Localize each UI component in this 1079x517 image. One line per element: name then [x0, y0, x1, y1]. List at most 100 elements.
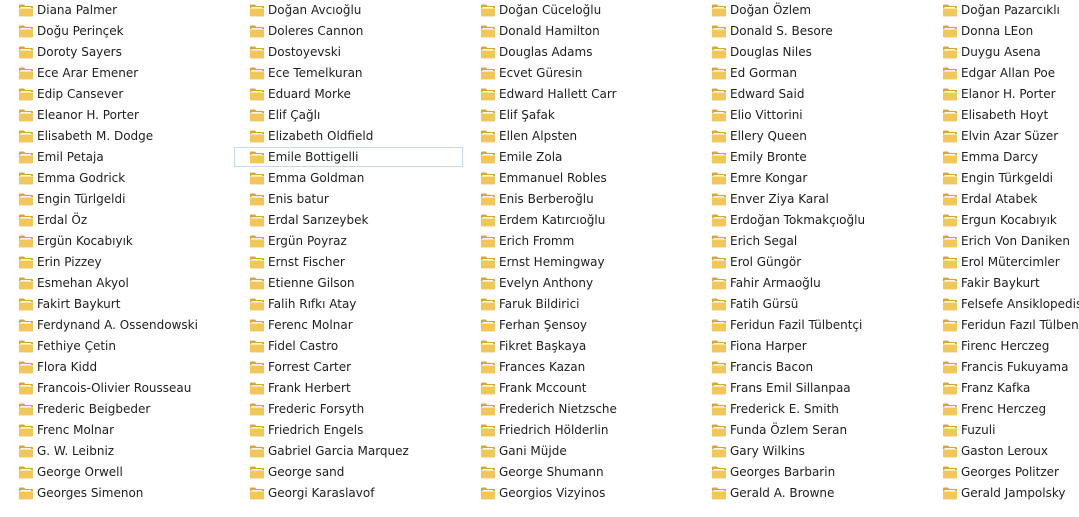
folder-item[interactable]: Funda Özlem Seran: [696, 420, 925, 440]
folder-item[interactable]: Friedrich Hölderlin: [465, 420, 694, 440]
folder-item[interactable]: Ferdynand A. Ossendowski: [3, 315, 232, 335]
folder-item[interactable]: Frederick E. Smith: [696, 399, 925, 419]
folder-item[interactable]: Enver Ziya Karal: [696, 189, 925, 209]
folder-item[interactable]: Erin Pizzey: [3, 252, 232, 272]
folder-item[interactable]: Doleres Cannon: [234, 21, 463, 41]
folder-item[interactable]: Emil Petaja: [3, 147, 232, 167]
folder-item[interactable]: Franz Kafka: [927, 378, 1079, 398]
folder-item[interactable]: Frederich Nietzsche: [465, 399, 694, 419]
folder-item[interactable]: Elizabeth Oldfield: [234, 126, 463, 146]
folder-item[interactable]: Doğan Özlem: [696, 0, 925, 20]
folder-item[interactable]: Emre Kongar: [696, 168, 925, 188]
folder-item[interactable]: Donald S. Besore: [696, 21, 925, 41]
folder-item[interactable]: Engin Türlgeldi: [3, 189, 232, 209]
folder-item[interactable]: Ferhan Şensoy: [465, 315, 694, 335]
folder-item[interactable]: Frans Emil Sillanpaa: [696, 378, 925, 398]
folder-item[interactable]: Erich Fromm: [465, 231, 694, 251]
folder-item[interactable]: Emile Bottigelli: [234, 147, 463, 167]
folder-item[interactable]: Elif Çağlı: [234, 105, 463, 125]
folder-item[interactable]: Emile Zola: [465, 147, 694, 167]
folder-item[interactable]: Fiona Harper: [696, 336, 925, 356]
folder-item[interactable]: Donald Hamilton: [465, 21, 694, 41]
folder-item[interactable]: Erich Segal: [696, 231, 925, 251]
folder-item[interactable]: Ecvet Güresin: [465, 63, 694, 83]
folder-item[interactable]: George sand: [234, 462, 463, 482]
folder-item[interactable]: Elisabeth M. Dodge: [3, 126, 232, 146]
folder-item[interactable]: Elanor H. Porter: [927, 84, 1079, 104]
folder-item[interactable]: Gerald Jampolsky: [927, 483, 1079, 503]
folder-item[interactable]: Ellen Alpsten: [465, 126, 694, 146]
folder-item[interactable]: Emma Darcy: [927, 147, 1079, 167]
folder-item[interactable]: Francois-Olivier Rousseau: [3, 378, 232, 398]
folder-item[interactable]: Donna LEon: [927, 21, 1079, 41]
folder-item[interactable]: Eduard Morke: [234, 84, 463, 104]
folder-item[interactable]: Fuzuli: [927, 420, 1079, 440]
folder-item[interactable]: G. W. Leibniz: [3, 441, 232, 461]
folder-item[interactable]: Gary Wilkins: [696, 441, 925, 461]
folder-item[interactable]: Etienne Gilson: [234, 273, 463, 293]
folder-item[interactable]: Fikret Başkaya: [465, 336, 694, 356]
folder-item[interactable]: Doğan Pazarcıklı: [927, 0, 1079, 20]
folder-item[interactable]: Edip Cansever: [3, 84, 232, 104]
folder-item[interactable]: Fakir Baykurt: [927, 273, 1079, 293]
folder-item[interactable]: Douglas Adams: [465, 42, 694, 62]
folder-item[interactable]: Ed Gorman: [696, 63, 925, 83]
folder-item[interactable]: Erol Mütercimler: [927, 252, 1079, 272]
folder-item[interactable]: Frederic Forsyth: [234, 399, 463, 419]
folder-item[interactable]: Evelyn Anthony: [465, 273, 694, 293]
folder-item[interactable]: Elif Şafak: [465, 105, 694, 125]
folder-item[interactable]: Ferenc Molnar: [234, 315, 463, 335]
folder-item[interactable]: Ergün Kocabıyık: [3, 231, 232, 251]
folder-item[interactable]: Elvin Azar Süzer: [927, 126, 1079, 146]
folder-item[interactable]: Georgi Karaslavof: [234, 483, 463, 503]
folder-item[interactable]: Enis batur: [234, 189, 463, 209]
folder-item[interactable]: Erdem Katırcıoğlu: [465, 210, 694, 230]
folder-item[interactable]: Erol Güngör: [696, 252, 925, 272]
folder-item[interactable]: Felsefe Ansiklopedisi: [927, 294, 1079, 314]
folder-item[interactable]: Frank Herbert: [234, 378, 463, 398]
folder-item[interactable]: Eleanor H. Porter: [3, 105, 232, 125]
folder-item[interactable]: Francis Fukuyama: [927, 357, 1079, 377]
folder-item[interactable]: Frank Mccount: [465, 378, 694, 398]
folder-item[interactable]: Gaston Leroux: [927, 441, 1079, 461]
folder-item[interactable]: Fahir Armaoğlu: [696, 273, 925, 293]
folder-item[interactable]: George Shumann: [465, 462, 694, 482]
folder-item[interactable]: Firenc Herczeg: [927, 336, 1079, 356]
folder-item[interactable]: Emily Bronte: [696, 147, 925, 167]
folder-item[interactable]: Emma Godrick: [3, 168, 232, 188]
folder-item[interactable]: Georges Simenon: [3, 483, 232, 503]
folder-item[interactable]: Falih Rıfkı Atay: [234, 294, 463, 314]
folder-item[interactable]: Ece Temelkuran: [234, 63, 463, 83]
folder-item[interactable]: Fethiye Çetin: [3, 336, 232, 356]
folder-item[interactable]: Enis Berberoğlu: [465, 189, 694, 209]
folder-item[interactable]: Edward Hallett Carr: [465, 84, 694, 104]
folder-item[interactable]: Frenc Molnar: [3, 420, 232, 440]
folder-item[interactable]: Edgar Allan Poe: [927, 63, 1079, 83]
folder-item[interactable]: Erich Von Daniken: [927, 231, 1079, 251]
folder-item[interactable]: Forrest Carter: [234, 357, 463, 377]
folder-item[interactable]: Ellery Queen: [696, 126, 925, 146]
folder-item[interactable]: Erdal Öz: [3, 210, 232, 230]
folder-item[interactable]: Flora Kidd: [3, 357, 232, 377]
folder-item[interactable]: Gabriel Garcia Marquez: [234, 441, 463, 461]
folder-item[interactable]: Feridun Fazil Tülbentçi: [696, 315, 925, 335]
folder-item[interactable]: Frances Kazan: [465, 357, 694, 377]
folder-item[interactable]: Fidel Castro: [234, 336, 463, 356]
folder-item[interactable]: Ergun Kocabıyık: [927, 210, 1079, 230]
folder-item[interactable]: Esmehan Akyol: [3, 273, 232, 293]
folder-item[interactable]: Edward Said: [696, 84, 925, 104]
folder-item[interactable]: George Orwell: [3, 462, 232, 482]
folder-item[interactable]: Doğu Perinçek: [3, 21, 232, 41]
folder-item[interactable]: Ece Arar Emener: [3, 63, 232, 83]
folder-item[interactable]: Douglas Niles: [696, 42, 925, 62]
folder-item[interactable]: Duygu Asena: [927, 42, 1079, 62]
folder-item[interactable]: Dostoyevski: [234, 42, 463, 62]
folder-item[interactable]: Frederic Beigbeder: [3, 399, 232, 419]
folder-item[interactable]: Ernst Hemingway: [465, 252, 694, 272]
folder-item[interactable]: Faruk Bildirici: [465, 294, 694, 314]
folder-item[interactable]: Diana Palmer: [3, 0, 232, 20]
folder-item[interactable]: Doğan Cüceloğlu: [465, 0, 694, 20]
folder-item[interactable]: Doroty Sayers: [3, 42, 232, 62]
folder-item[interactable]: Ernst Fischer: [234, 252, 463, 272]
folder-item[interactable]: Elisabeth Hoyt: [927, 105, 1079, 125]
